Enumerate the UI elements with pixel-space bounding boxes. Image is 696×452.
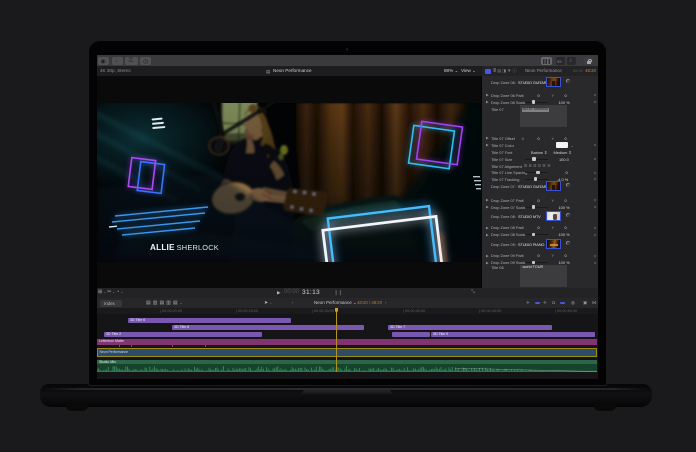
svg-text:ALLIESHERLOCK: ALLIESHERLOCK [150,243,219,252]
